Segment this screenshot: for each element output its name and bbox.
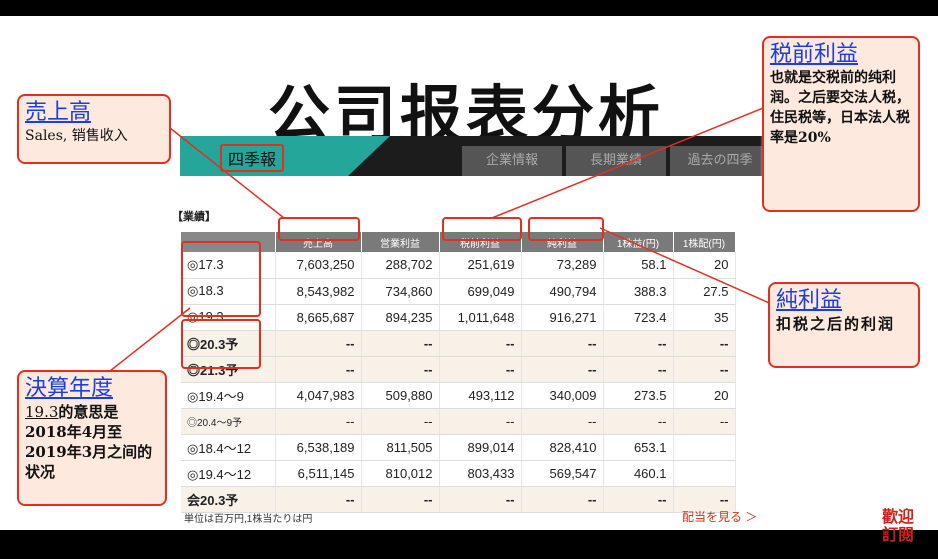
callout-sales-title: 売上高 (25, 100, 92, 125)
line-sales (169, 127, 285, 219)
callout-fiscal-title: 決算年度 (25, 376, 114, 401)
callout-fiscal-key: 19.3 (25, 403, 59, 421)
callout-pretax: 税前利益 也就是交税前的纯利润。之后要交法人税，住民税等，日本法人税率是20% (762, 36, 920, 212)
line-pretax (491, 101, 779, 219)
callout-net-title: 純利益 (776, 288, 843, 313)
callout-fiscal: 決算年度 19.3的意思是2018年4月至2019年3月之间的状况 (17, 370, 167, 506)
callout-net-text: 扣税之后的利润 (776, 315, 896, 333)
slide: 公司报表分析 四季報 企業情報 長期業績 過去の四季 【業績】 売上高 営業利益… (0, 16, 938, 530)
callout-fiscal-text: 19.3的意思是2018年4月至2019年3月之间的状况 (25, 402, 159, 482)
subscribe-seal: 歡迎訂閱 (881, 507, 914, 544)
callout-sales: 売上高 Sales, 销售收入 (17, 94, 171, 164)
callout-pretax-title: 税前利益 (770, 42, 859, 67)
callout-pretax-text: 也就是交税前的纯利润。之后要交法人税，住民税等，日本法人税率是20% (770, 70, 910, 146)
bottom-bar (0, 530, 938, 559)
callout-net: 純利益 扣税之后的利润 (768, 282, 920, 368)
line-net (599, 227, 777, 307)
callout-sales-text: Sales, 销售收入 (25, 128, 128, 144)
